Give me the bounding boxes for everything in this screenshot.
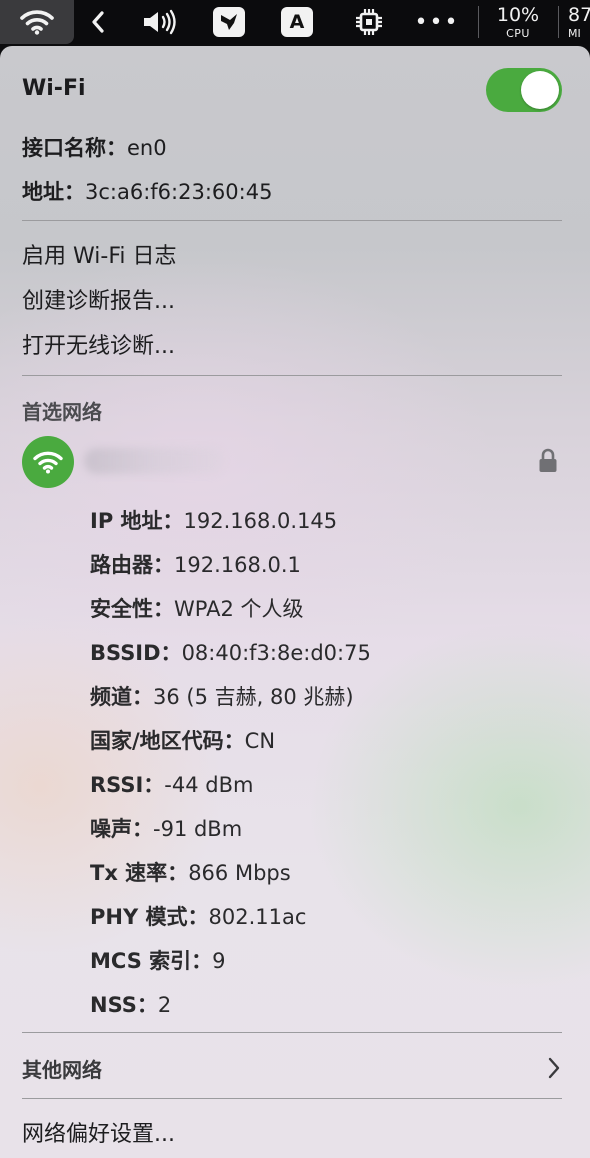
detail-label: Tx 速率：: [90, 861, 189, 885]
network-detail-row: 安全性：WPA2 个人级: [90, 593, 304, 623]
network-detail-row: Tx 速率：866 Mbps: [90, 857, 291, 887]
detail-value: 866 Mbps: [188, 861, 291, 885]
detail-value: 08:40:f3:8e:d0:75: [181, 641, 371, 665]
detail-value: WPA2 个人级: [174, 597, 304, 621]
network-detail-row: PHY 模式：802.11ac: [90, 901, 306, 931]
address-label: 地址：: [22, 180, 85, 204]
cpu-chip-icon: [356, 9, 382, 35]
more-dots-icon: •••: [414, 9, 460, 35]
detail-label: BSSID：: [90, 641, 182, 665]
wifi-icon: [33, 451, 63, 474]
enable-wifi-logging-item[interactable]: 启用 Wi-Fi 日志: [22, 238, 176, 270]
cpu-percent: 10%: [496, 3, 540, 26]
speaker-volume-icon: [144, 9, 176, 35]
detail-label: NSS：: [90, 993, 158, 1017]
network-detail-row: MCS 索引：9: [90, 945, 226, 975]
menubar-wifi-button[interactable]: [0, 0, 74, 44]
menubar-app-button[interactable]: [208, 0, 250, 44]
network-detail-row: IP 地址：192.168.0.145: [90, 505, 337, 535]
menubar-memory-monitor[interactable]: 87 MI: [562, 0, 590, 44]
wifi-toggle[interactable]: [486, 68, 562, 112]
detail-value: -91 dBm: [153, 817, 243, 841]
network-detail-row: 路由器：192.168.0.1: [90, 549, 301, 579]
detail-value: 192.168.0.1: [174, 553, 301, 577]
menubar-more-button[interactable]: •••: [412, 0, 462, 44]
network-detail-row: BSSID：08:40:f3:8e:d0:75: [90, 637, 371, 667]
detail-value: CN: [244, 729, 276, 753]
detail-value: -44 dBm: [164, 773, 254, 797]
toggle-knob: [521, 71, 559, 109]
network-name-redacted[interactable]: [84, 448, 224, 474]
menubar-separator: [558, 6, 559, 38]
menu-bar: A ••• 10% CPU 87 MI: [0, 0, 590, 44]
address-value: 3c:a6:f6:23:60:45: [85, 180, 273, 204]
divider: [22, 375, 562, 376]
detail-value: 36 (5 吉赫, 80 兆赫): [153, 685, 354, 709]
chevron-left-icon: [92, 11, 104, 33]
interface-label: 接口名称：: [22, 136, 127, 160]
divider: [22, 1032, 562, 1033]
create-diagnostics-report-item[interactable]: 创建诊断报告...: [22, 283, 175, 315]
lock-icon: [539, 448, 557, 472]
memory-percent: 87: [568, 3, 590, 26]
address-row: 地址：3c:a6:f6:23:60:45: [22, 176, 272, 206]
menubar-separator: [478, 6, 479, 38]
menubar-cpu-monitor[interactable]: 10% CPU: [488, 0, 548, 44]
wifi-icon: [20, 10, 54, 35]
detail-value: 9: [212, 949, 226, 973]
network-wifi-badge[interactable]: [22, 436, 74, 488]
detail-label: 安全性：: [90, 597, 174, 621]
cpu-label: CPU: [506, 26, 530, 40]
bird-app-icon: [213, 7, 245, 37]
preferred-networks-heading: 首选网络: [22, 400, 102, 424]
input-method-icon: A: [281, 7, 313, 37]
detail-label: 路由器：: [90, 553, 174, 577]
detail-value: 802.11ac: [208, 905, 307, 929]
detail-label: MCS 索引：: [90, 949, 213, 973]
chevron-right-icon[interactable]: [546, 1056, 562, 1080]
network-detail-row: 频道：36 (5 吉赫, 80 兆赫): [90, 681, 354, 711]
other-networks-item[interactable]: 其他网络: [22, 1054, 102, 1083]
network-detail-row: NSS：2: [90, 989, 171, 1019]
wifi-menu-panel: Wi-Fi 接口名称：en0 地址：3c:a6:f6:23:60:45 启用 W…: [0, 46, 590, 1158]
divider: [22, 220, 562, 221]
detail-label: 国家/地区代码：: [90, 729, 245, 753]
menubar-chip-button[interactable]: [348, 0, 390, 44]
network-detail-row: 国家/地区代码：CN: [90, 725, 275, 755]
detail-label: 频道：: [90, 685, 153, 709]
interface-value: en0: [127, 136, 167, 160]
divider: [22, 1098, 562, 1099]
network-preferences-item[interactable]: 网络偏好设置...: [22, 1116, 175, 1148]
menubar-volume-button[interactable]: [138, 0, 184, 44]
detail-value: 2: [157, 993, 172, 1017]
detail-label: 噪声：: [90, 817, 153, 841]
detail-value: 192.168.0.145: [183, 509, 338, 533]
detail-label: PHY 模式：: [90, 905, 209, 929]
menubar-back-button[interactable]: [80, 0, 116, 44]
open-wireless-diagnostics-item[interactable]: 打开无线诊断...: [22, 328, 175, 360]
memory-label: MI: [568, 26, 581, 40]
network-detail-row: RSSI：-44 dBm: [90, 769, 253, 799]
detail-label: IP 地址：: [90, 509, 184, 533]
network-detail-row: 噪声：-91 dBm: [90, 813, 242, 843]
menubar-input-method-button[interactable]: A: [278, 0, 316, 44]
panel-title: Wi-Fi: [22, 76, 86, 101]
interface-name-row: 接口名称：en0: [22, 132, 167, 162]
detail-label: RSSI：: [90, 773, 165, 797]
